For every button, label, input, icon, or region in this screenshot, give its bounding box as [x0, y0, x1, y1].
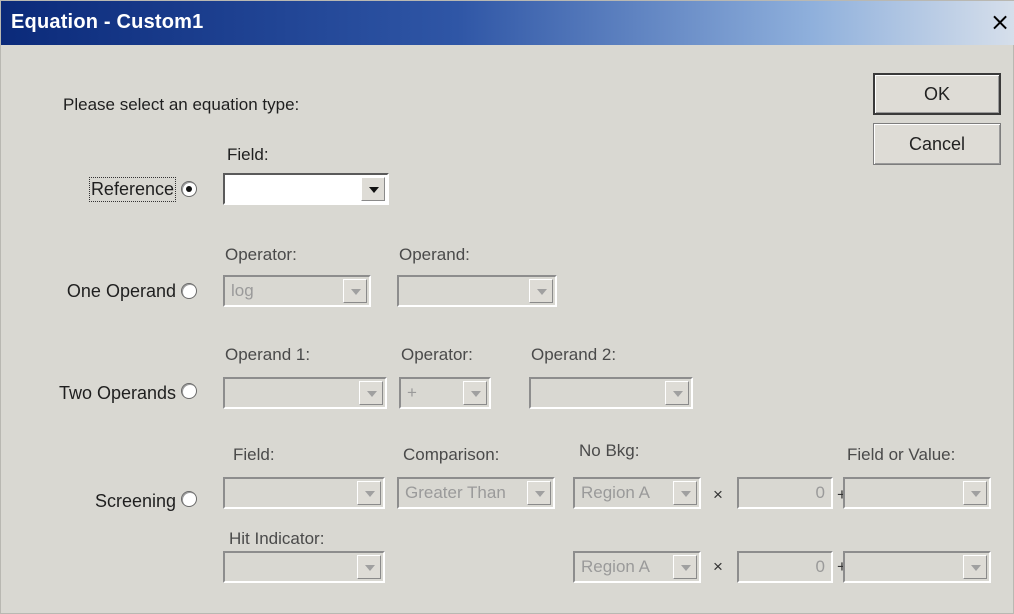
reference-field-label: Field: [227, 145, 269, 164]
two-operands-operand1-combo[interactable] [223, 377, 387, 409]
radio-selected-dot [186, 186, 192, 192]
two-operands-operator-combo[interactable]: + [399, 377, 491, 409]
multiply-symbol: × [713, 557, 723, 576]
reference-field-combo[interactable] [223, 173, 389, 205]
dropdown-arrow-icon[interactable] [963, 481, 987, 505]
dropdown-arrow-icon[interactable] [357, 555, 381, 579]
dropdown-arrow-icon[interactable] [665, 381, 689, 405]
one-operand-radio-label[interactable]: One Operand [67, 281, 176, 302]
two-operands-operand1-label: Operand 1: [225, 345, 311, 364]
one-operand-operand-label: Operand: [399, 245, 470, 264]
two-operands-operator-value: + [407, 383, 417, 402]
window-title: Equation - Custom1 [11, 11, 204, 33]
dropdown-arrow-icon[interactable] [359, 381, 383, 405]
two-operands-operator-label: Operator: [401, 345, 473, 364]
dropdown-arrow-icon[interactable] [529, 279, 553, 303]
screening-region-value-1: Region A [581, 483, 650, 502]
screening-factor-input-1[interactable]: 0 [737, 477, 833, 509]
cancel-button[interactable]: Cancel [873, 123, 1001, 165]
screening-comparison-combo[interactable]: Greater Than [397, 477, 555, 509]
dropdown-arrow-icon[interactable] [463, 381, 487, 405]
dropdown-arrow-icon[interactable] [673, 481, 697, 505]
one-operand-operator-combo[interactable]: log [223, 275, 371, 307]
screening-field-label: Field: [233, 445, 275, 464]
multiply-symbol: × [713, 485, 723, 504]
screening-region-value-2: Region A [581, 557, 650, 576]
reference-radio[interactable] [181, 181, 197, 197]
prompt-label: Please select an equation type: [63, 95, 300, 114]
close-icon[interactable]: × [989, 9, 1011, 35]
dropdown-arrow-icon[interactable] [527, 481, 551, 505]
screening-field-combo[interactable] [223, 477, 385, 509]
screening-field-or-value-label: Field or Value: [847, 445, 956, 464]
screening-factor-value-1: 0 [815, 483, 825, 502]
dropdown-arrow-icon[interactable] [357, 481, 381, 505]
screening-no-bkg-label: No Bkg: [579, 441, 640, 460]
title-bar[interactable]: Equation - Custom1 × [1, 1, 1014, 45]
screening-field-or-value-combo-1[interactable] [843, 477, 991, 509]
one-operand-operator-value: log [231, 281, 254, 300]
screening-hit-indicator-label: Hit Indicator: [229, 529, 325, 548]
screening-comparison-label: Comparison: [403, 445, 500, 464]
dropdown-arrow-icon[interactable] [361, 177, 385, 201]
screening-region-combo-1[interactable]: Region A [573, 477, 701, 509]
screening-factor-input-2[interactable]: 0 [737, 551, 833, 583]
screening-factor-value-2: 0 [815, 557, 825, 576]
two-operands-radio-label[interactable]: Two Operands [59, 383, 176, 404]
dropdown-arrow-icon[interactable] [673, 555, 697, 579]
two-operands-operand2-label: Operand 2: [531, 345, 617, 364]
ok-button[interactable]: OK [873, 73, 1001, 115]
two-operands-operand2-combo[interactable] [529, 377, 693, 409]
dropdown-arrow-icon[interactable] [963, 555, 987, 579]
screening-radio-label[interactable]: Screening [95, 491, 176, 512]
screening-radio[interactable] [181, 491, 197, 507]
one-operand-operand-combo[interactable] [397, 275, 557, 307]
screening-hit-indicator-combo[interactable] [223, 551, 385, 583]
screening-field-or-value-combo-2[interactable] [843, 551, 991, 583]
reference-radio-label[interactable]: Reference [88, 177, 177, 202]
one-operand-operator-label: Operator: [225, 245, 297, 264]
two-operands-radio[interactable] [181, 383, 197, 399]
screening-region-combo-2[interactable]: Region A [573, 551, 701, 583]
equation-dialog: Equation - Custom1 × OK Cancel Please se… [0, 0, 1014, 614]
one-operand-radio[interactable] [181, 283, 197, 299]
screening-comparison-value: Greater Than [405, 483, 506, 502]
dropdown-arrow-icon[interactable] [343, 279, 367, 303]
